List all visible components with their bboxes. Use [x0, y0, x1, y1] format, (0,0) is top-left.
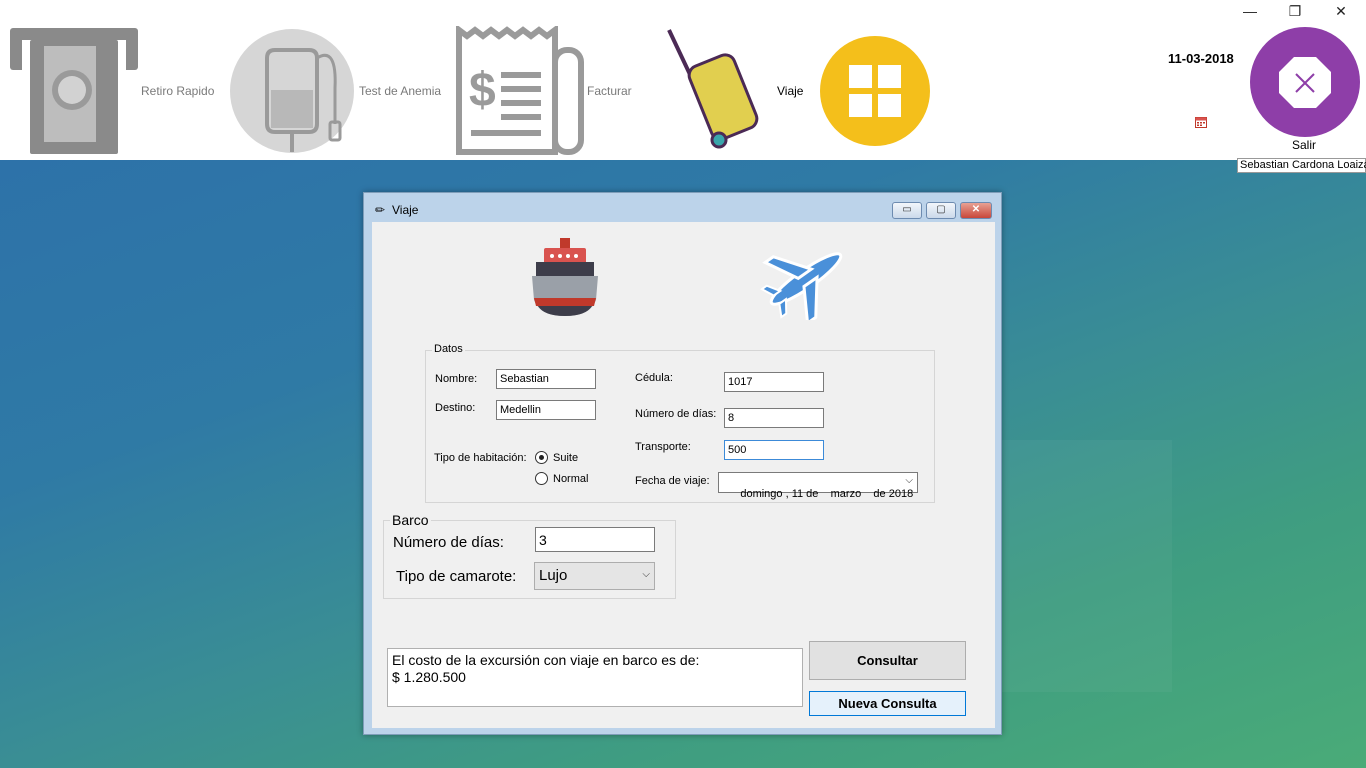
- barco-title: Barco: [390, 512, 431, 528]
- destino-label: Destino:: [435, 402, 476, 414]
- toolbar-label-viaje[interactable]: Viaje: [777, 84, 803, 98]
- suite-label[interactable]: Suite: [553, 452, 578, 464]
- result-textbox[interactable]: El costo de la excursión con viaje en ba…: [387, 648, 803, 707]
- chevron-down-icon: ⌵: [642, 569, 650, 580]
- tipo-habitacion-label: Tipo de habitación:: [434, 452, 527, 464]
- nombre-label: Nombre:: [435, 373, 478, 385]
- camarote-select[interactable]: Lujo ⌵: [534, 562, 655, 590]
- cedula-input[interactable]: [724, 372, 824, 392]
- airplane-icon[interactable]: [759, 238, 852, 326]
- fecha-value: domingo , 11 de marzo de 2018: [740, 488, 914, 500]
- consultar-button[interactable]: Consultar: [809, 641, 966, 680]
- barco-dias-input[interactable]: [535, 527, 655, 552]
- destino-input[interactable]: [496, 400, 596, 420]
- exit-icon[interactable]: [1250, 27, 1360, 137]
- toolbar-label-retiro[interactable]: Retiro Rapido: [141, 84, 214, 98]
- chevron-down-icon: ⌵: [905, 475, 913, 486]
- current-date: 11-03-2018: [1168, 51, 1234, 66]
- user-name-label: Sebastian Cardona Loaiza: [1237, 158, 1366, 173]
- grid-apps-icon[interactable]: [820, 36, 930, 146]
- dialog-maximize-button[interactable]: ▢: [926, 202, 956, 219]
- fecha-label: Fecha de viaje:: [635, 475, 710, 487]
- exit-label[interactable]: Salir: [1292, 138, 1316, 152]
- dialog-app-icon: ✏: [375, 203, 386, 217]
- suite-radio[interactable]: [535, 451, 548, 464]
- ship-icon[interactable]: [530, 236, 600, 318]
- minimize-button[interactable]: —: [1227, 0, 1273, 22]
- dialog-body: Datos Nombre: Destino: Cédula: Número de…: [372, 222, 995, 728]
- top-toolbar: Retiro Rapido Test de Anemia $ Facturar: [0, 0, 1366, 160]
- toolbar-label-anemia[interactable]: Test de Anemia: [359, 84, 441, 98]
- result-line-1: El costo de la excursión con viaje en ba…: [392, 652, 700, 668]
- dias-label: Número de días:: [635, 408, 717, 420]
- viaje-dialog: ✏ Viaje ▭ ▢ ✕ Datos Nombre: Sebastian De…: [363, 192, 1002, 735]
- dialog-minimize-button[interactable]: ▭: [892, 202, 922, 219]
- dialog-title: Viaje: [392, 203, 419, 217]
- invoice-icon[interactable]: $: [455, 24, 585, 156]
- dialog-close-button[interactable]: ✕: [960, 202, 992, 219]
- transporte-label: Transporte:: [635, 441, 691, 453]
- result-line-2: $ 1.280.500: [392, 669, 466, 685]
- nombre-input[interactable]: [496, 369, 596, 389]
- calendar-icon[interactable]: [1195, 115, 1207, 128]
- cedula-label: Cédula:: [635, 372, 673, 384]
- normal-radio[interactable]: [535, 472, 548, 485]
- atm-icon[interactable]: [8, 26, 140, 156]
- fecha-datepicker[interactable]: domingo , 11 de marzo de 2018 ⌵: [718, 472, 918, 500]
- barco-dias-label: Número de días:: [393, 534, 504, 551]
- normal-label[interactable]: Normal: [553, 473, 588, 485]
- luggage-icon[interactable]: [665, 28, 761, 150]
- restore-button[interactable]: ❐: [1272, 0, 1318, 22]
- dias-input[interactable]: [724, 408, 824, 428]
- nueva-consulta-button[interactable]: Nueva Consulta: [809, 691, 966, 716]
- datos-title: Datos: [432, 343, 465, 355]
- transporte-input[interactable]: [724, 440, 824, 460]
- camarote-label: Tipo de camarote:: [396, 568, 517, 585]
- close-button[interactable]: ✕: [1318, 0, 1364, 22]
- camarote-value: Lujo: [539, 567, 568, 584]
- svg-text:$: $: [469, 64, 496, 117]
- iv-bag-icon[interactable]: [229, 28, 355, 154]
- toolbar-label-facturar[interactable]: Facturar: [587, 84, 632, 98]
